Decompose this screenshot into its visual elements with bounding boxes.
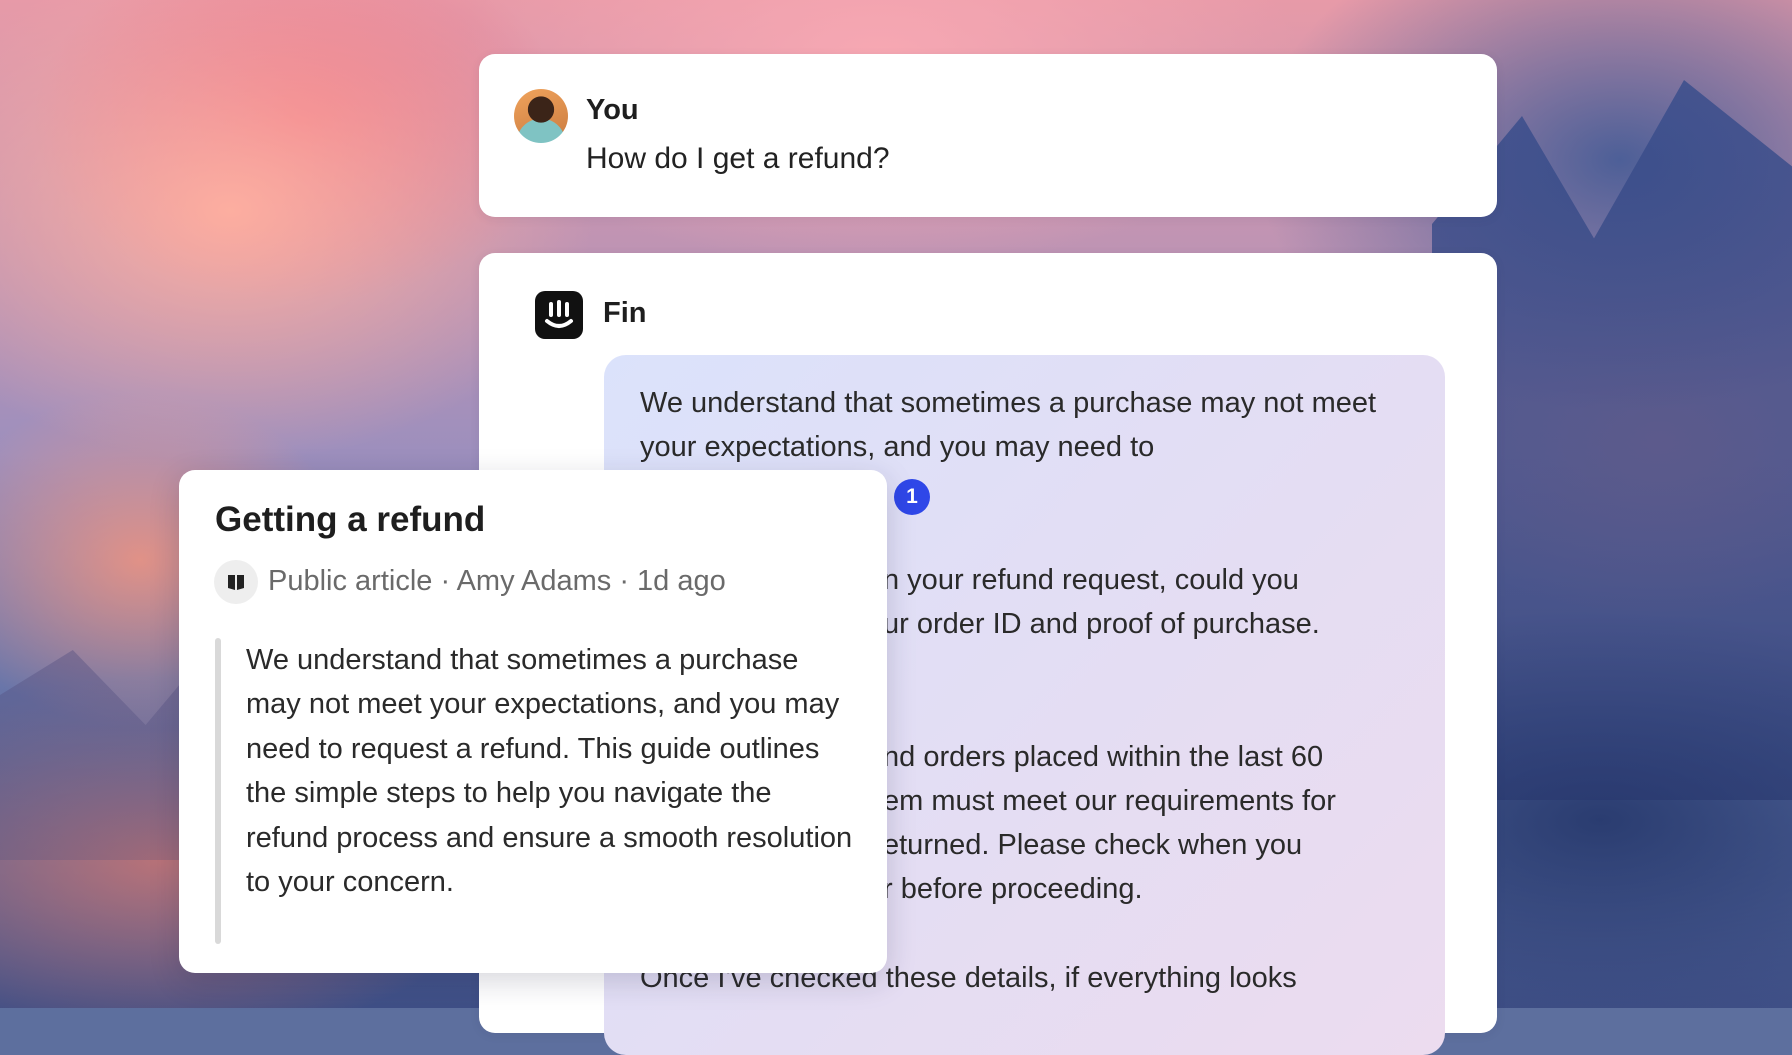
fin-answer-paragraph-3: nd orders placed within the last 60 em m…: [883, 741, 1336, 905]
quote-bar: [215, 638, 221, 944]
user-avatar: [514, 89, 568, 143]
article-excerpt: We understand that sometimes a purchase …: [246, 644, 853, 899]
user-message-card: You How do I get a refund?: [479, 54, 1497, 217]
article-meta: Public article · Amy Adams · 1d ago: [268, 565, 726, 597]
user-sender-name: You: [586, 94, 639, 126]
user-message-text: How do I get a refund?: [586, 142, 890, 175]
fin-logo-icon: [535, 291, 583, 339]
source-article-card[interactable]: Getting a refund Public article · Amy Ad…: [179, 470, 887, 973]
article-title: Getting a refund: [215, 500, 486, 539]
fin-answer-paragraph-2: n your refund request, could you ur orde…: [883, 564, 1320, 640]
fin-sender-name: Fin: [603, 297, 647, 329]
fin-answer-paragraph-1: We understand that sometimes a purchase …: [640, 387, 1377, 463]
citation-badge[interactable]: 1: [894, 479, 930, 515]
book-icon: [214, 560, 258, 604]
